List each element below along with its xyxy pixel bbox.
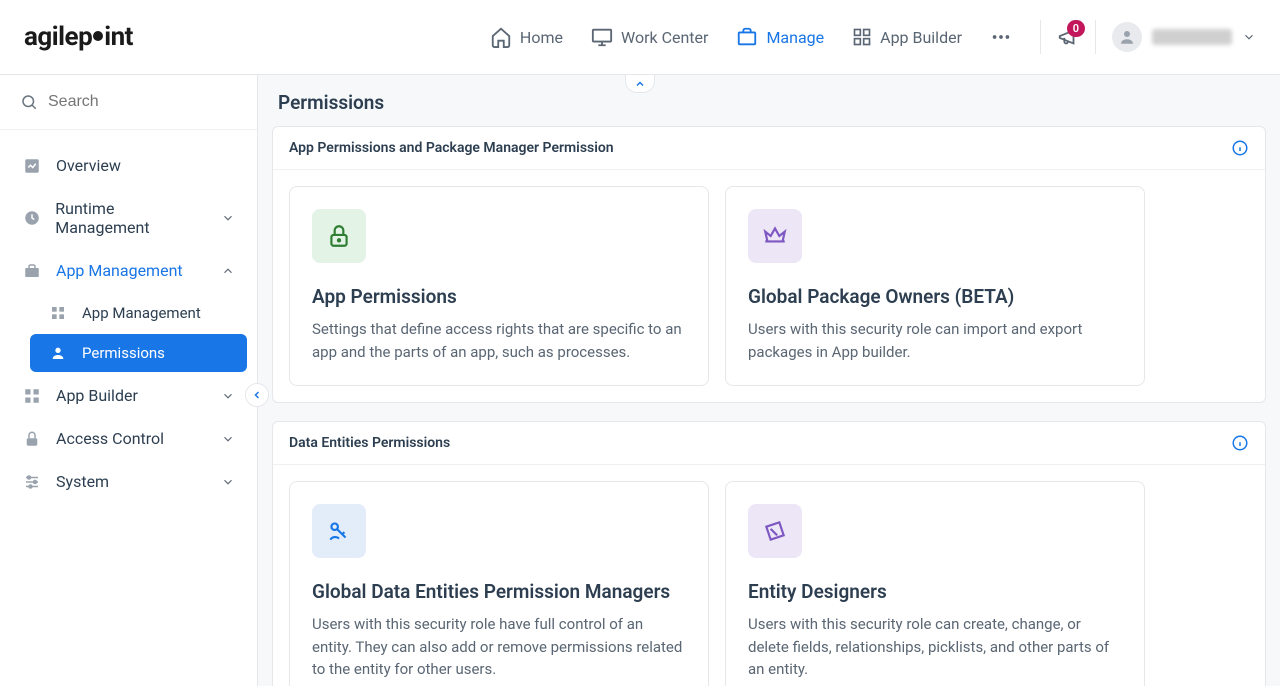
chevron-up-icon	[634, 78, 646, 90]
nav-label: Work Center	[621, 28, 708, 47]
section-data-entities: Data Entities Permissions Global Data En…	[272, 421, 1266, 686]
sidebar-subitem-app-management[interactable]: App Management	[30, 294, 247, 332]
card-description: Users with this security role can create…	[748, 613, 1122, 681]
ticket-icon	[748, 504, 802, 558]
topbar: agilepint Home Work Center Manage App Bu…	[0, 0, 1280, 75]
avatar-icon	[1112, 22, 1142, 52]
nav-label: Manage	[766, 28, 824, 47]
topbar-right: 0	[1040, 20, 1256, 54]
top-nav: Home Work Center Manage App Builder	[490, 26, 1012, 48]
grid-icon	[48, 305, 68, 321]
nav-work-center[interactable]: Work Center	[591, 26, 708, 48]
card-global-data-entities-managers[interactable]: Global Data Entities Permission Managers…	[289, 481, 709, 686]
briefcase-icon	[22, 262, 42, 280]
logo: agilepint	[24, 22, 133, 52]
card-title: Global Data Entities Permission Managers	[312, 580, 686, 603]
divider	[1095, 20, 1096, 54]
card-row: App Permissions Settings that define acc…	[273, 170, 1265, 402]
info-icon[interactable]	[1231, 434, 1249, 452]
nav-home[interactable]: Home	[490, 26, 563, 48]
user-icon	[48, 345, 68, 361]
card-description: Users with this security role can import…	[748, 318, 1122, 363]
monitor-icon	[591, 26, 613, 48]
card-global-package-owners[interactable]: Global Package Owners (BETA) Users with …	[725, 186, 1145, 386]
notification-badge: 0	[1067, 20, 1085, 37]
chevron-down-icon	[221, 432, 235, 446]
nav-app-builder[interactable]: App Builder	[852, 27, 962, 47]
sidebar-item-runtime-management[interactable]: Runtime Management	[0, 187, 257, 249]
sidebar-item-label: Runtime Management	[55, 199, 207, 237]
chevron-left-icon	[251, 389, 263, 401]
nav-more[interactable]	[990, 26, 1012, 48]
section-heading-row: App Permissions and Package Manager Perm…	[273, 127, 1265, 170]
chevron-down-icon	[221, 389, 235, 403]
page-title: Permissions	[258, 75, 1280, 126]
nav-manage[interactable]: Manage	[736, 26, 824, 48]
card-description: Users with this security role have full …	[312, 613, 686, 681]
sidebar-item-app-builder[interactable]: App Builder	[0, 374, 257, 417]
sidebar-item-label: Access Control	[56, 429, 164, 448]
chevron-down-icon	[221, 211, 235, 225]
sidebar-item-system[interactable]: System	[0, 460, 257, 503]
section-heading: Data Entities Permissions	[289, 435, 450, 451]
card-title: App Permissions	[312, 285, 686, 308]
sliders-icon	[22, 473, 42, 491]
sidebar-list: Overview Runtime Management App Manageme…	[0, 130, 257, 517]
user-menu[interactable]	[1112, 22, 1256, 52]
grid-icon	[852, 27, 872, 47]
grid-icon	[22, 387, 42, 405]
sidebar-item-overview[interactable]: Overview	[0, 144, 257, 187]
divider	[1040, 20, 1041, 54]
sidebar-item-label: Permissions	[82, 344, 165, 362]
key-hand-icon	[312, 504, 366, 558]
card-row: Global Data Entities Permission Managers…	[273, 465, 1265, 686]
lock-icon	[22, 430, 42, 448]
chart-icon	[22, 157, 42, 175]
sidebar-item-app-management[interactable]: App Management	[0, 249, 257, 292]
sidebar-item-access-control[interactable]: Access Control	[0, 417, 257, 460]
sidebar: Overview Runtime Management App Manageme…	[0, 75, 258, 686]
card-description: Settings that define access rights that …	[312, 318, 686, 363]
sidebar-item-label: App Builder	[56, 386, 138, 405]
info-icon[interactable]	[1231, 139, 1249, 157]
nav-label: App Builder	[880, 28, 962, 47]
lock-icon	[312, 209, 366, 263]
home-icon	[490, 26, 512, 48]
briefcase-icon	[736, 26, 758, 48]
sidebar-item-label: App Management	[82, 304, 201, 322]
sidebar-item-label: App Management	[56, 261, 183, 280]
layout: Overview Runtime Management App Manageme…	[0, 75, 1280, 686]
sidebar-submenu: App Management Permissions	[0, 294, 257, 372]
search-icon	[20, 93, 38, 111]
chevron-up-icon	[221, 264, 235, 278]
card-title: Entity Designers	[748, 580, 1122, 603]
crown-icon	[748, 209, 802, 263]
card-entity-designers[interactable]: Entity Designers Users with this securit…	[725, 481, 1145, 686]
username	[1152, 29, 1232, 45]
more-icon	[990, 26, 1012, 48]
sidebar-item-label: System	[56, 472, 109, 491]
nav-label: Home	[520, 28, 563, 47]
section-heading-row: Data Entities Permissions	[273, 422, 1265, 465]
chevron-down-icon	[1242, 30, 1256, 44]
card-app-permissions[interactable]: App Permissions Settings that define acc…	[289, 186, 709, 386]
chevron-down-icon	[221, 475, 235, 489]
sidebar-collapse-toggle[interactable]	[245, 383, 269, 407]
topbar-collapse-toggle[interactable]	[625, 75, 655, 93]
card-title: Global Package Owners (BETA)	[748, 285, 1122, 308]
sidebar-item-label: Overview	[56, 156, 121, 175]
sidebar-search[interactable]	[0, 75, 257, 130]
sidebar-subitem-permissions[interactable]: Permissions	[30, 334, 247, 372]
main-content: Permissions App Permissions and Package …	[258, 75, 1280, 686]
notifications-button[interactable]: 0	[1057, 26, 1079, 48]
clock-icon	[22, 209, 41, 227]
section-heading: App Permissions and Package Manager Perm…	[289, 140, 614, 156]
section-app-permissions: App Permissions and Package Manager Perm…	[272, 126, 1266, 403]
search-input[interactable]	[48, 93, 237, 111]
